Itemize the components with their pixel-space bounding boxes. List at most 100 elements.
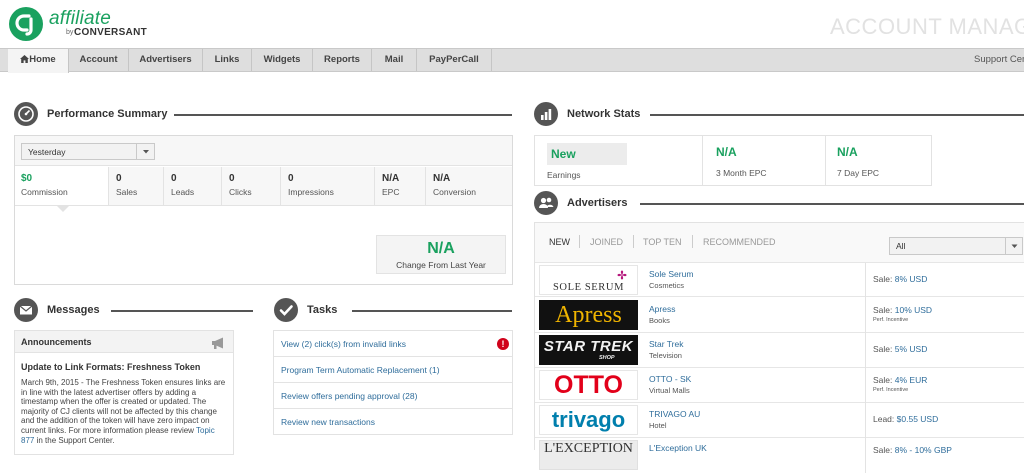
advertiser-name[interactable]: OTTO - SK: [649, 374, 691, 384]
nav-mail[interactable]: Mail: [372, 49, 417, 71]
section-divider: [174, 114, 512, 116]
row-divider: [865, 333, 866, 368]
nav-reports[interactable]: Reports: [313, 49, 372, 71]
advertiser-logo[interactable]: L'EXCEPTION: [539, 440, 638, 470]
network-earnings[interactable]: New Earnings: [535, 136, 703, 185]
nav-widgets[interactable]: Widgets: [252, 49, 313, 71]
row-divider: [865, 368, 866, 403]
advertiser-logo[interactable]: trivago: [539, 405, 638, 435]
advertiser-category: Books: [649, 316, 670, 325]
change-value: N/A: [427, 240, 455, 257]
tab-joined[interactable]: JOINED: [590, 237, 623, 247]
bar-chart-icon: [534, 102, 558, 126]
chevron-down-icon: [1005, 238, 1022, 254]
advertiser-logo[interactable]: SOLE SERUM: [539, 265, 638, 295]
stat-clicks-label: Clicks: [229, 187, 252, 197]
rate-value: 4% EUR: [894, 375, 928, 385]
tab-new[interactable]: NEW: [549, 237, 570, 247]
advertiser-logo[interactable]: Apress: [539, 300, 638, 330]
stat-commission[interactable]: $0 Commission: [15, 167, 109, 205]
nav-links[interactable]: Links: [203, 49, 252, 71]
advertiser-name[interactable]: TRIVAGO AU: [649, 409, 700, 419]
stat-leads-value: 0: [171, 173, 177, 184]
network-7-day-epc[interactable]: N/A 7 Day EPC: [827, 136, 931, 185]
advertiser-logo[interactable]: STAR TREK SHOP: [539, 335, 638, 365]
nav-account[interactable]: Account: [69, 49, 129, 71]
stat-impressions-value: 0: [288, 173, 294, 184]
nav-paypercall[interactable]: PayPerCall: [417, 49, 492, 71]
nav-advertisers[interactable]: Advertisers: [129, 49, 203, 71]
stat-epc[interactable]: N/A EPC: [376, 167, 426, 205]
tasks-title: Tasks: [307, 304, 338, 316]
brand-company: CONVERSANT: [74, 27, 148, 38]
checkmark-icon: [274, 298, 298, 322]
advertiser-name[interactable]: L'Exception UK: [649, 443, 707, 453]
advertiser-name[interactable]: Sole Serum: [649, 269, 693, 279]
advertiser-logo[interactable]: OTTO: [539, 370, 638, 400]
section-divider: [640, 203, 1024, 205]
period-select[interactable]: Yesterday: [21, 143, 155, 160]
advertiser-filter-select[interactable]: All: [889, 237, 1023, 255]
support-center-link[interactable]: Support Center: [974, 49, 1024, 71]
stat-impressions[interactable]: 0 Impressions: [282, 167, 375, 205]
section-divider: [111, 310, 253, 312]
advertiser-row[interactable]: SOLE SERUM Sole Serum Cosmetics Sale: 8%…: [535, 262, 1024, 298]
performance-summary-title: Performance Summary: [47, 108, 168, 120]
advertisers-title: Advertisers: [567, 197, 628, 209]
logo-text: OTTO: [554, 371, 623, 399]
stat-conversion[interactable]: N/A Conversion: [427, 167, 512, 205]
alert-icon: !: [497, 338, 509, 350]
nav-home[interactable]: Home: [8, 49, 69, 73]
advertiser-row[interactable]: Apress Apress Books Sale: 10% USD Perf. …: [535, 298, 1024, 333]
earnings-label: Earnings: [547, 170, 581, 180]
stat-commission-value: $0: [21, 173, 33, 184]
advertiser-row[interactable]: L'EXCEPTION L'Exception UK Sale: 8% - 10…: [535, 438, 1024, 473]
seven-day-epc-value: N/A: [837, 145, 858, 159]
nav-home-label: Home: [29, 54, 56, 65]
stat-epc-label: EPC: [382, 187, 400, 197]
tab-recommended[interactable]: RECOMMENDED: [703, 237, 776, 247]
rate-label: Sale:: [873, 375, 893, 385]
rate-value: 8% USD: [894, 274, 928, 284]
rate-label: Sale:: [873, 344, 893, 354]
tab-top-ten[interactable]: TOP TEN: [643, 237, 682, 247]
advertiser-row[interactable]: trivago TRIVAGO AU Hotel Lead: $0.55 USD: [535, 403, 1024, 438]
stat-sales-value: 0: [116, 173, 122, 184]
rate-label: Lead:: [873, 414, 895, 424]
rate-label: Sale:: [873, 305, 893, 315]
task-item[interactable]: View (2) click(s) from invalid links !: [274, 331, 513, 357]
task-item[interactable]: Review new transactions: [274, 409, 513, 435]
announcement-text: March 9th, 2015 - The Freshness Token en…: [21, 378, 226, 435]
task-item[interactable]: Review offers pending approval (28): [274, 383, 513, 409]
home-icon: [20, 50, 30, 72]
network-stats-title: Network Stats: [567, 108, 641, 120]
stat-clicks[interactable]: 0 Clicks: [223, 167, 281, 205]
page-title: ACCOUNT MANAGER: [830, 14, 1024, 39]
three-month-epc-label: 3 Month EPC: [716, 168, 767, 178]
perf-incentive-note: Perf. Incentive: [873, 387, 909, 393]
announcement-headline[interactable]: Update to Link Formats: Freshness Token: [21, 362, 229, 372]
three-month-epc-value: N/A: [716, 145, 737, 159]
rate-value: 8% - 10% GBP: [894, 445, 952, 455]
earnings-value: New: [547, 143, 627, 165]
tab-divider: [579, 235, 580, 248]
advertiser-name[interactable]: Star Trek: [649, 339, 683, 349]
logo-text: L'EXCEPTION: [544, 441, 633, 456]
performance-panel: Yesterday $0 Commission 0 Sales 0 Leads …: [14, 135, 513, 285]
advertiser-name[interactable]: Apress: [649, 304, 675, 314]
stat-clicks-value: 0: [229, 173, 235, 184]
task-item[interactable]: Program Term Automatic Replacement (1): [274, 357, 513, 383]
stat-impressions-label: Impressions: [288, 187, 334, 197]
announcement-body: March 9th, 2015 - The Freshness Token en…: [21, 378, 227, 445]
chevron-down-icon: [136, 144, 154, 159]
advertiser-row[interactable]: STAR TREK SHOP Star Trek Television Sale…: [535, 333, 1024, 368]
advertiser-row[interactable]: OTTO OTTO - SK Virtual Malls Sale: 4% EU…: [535, 368, 1024, 403]
users-icon: [534, 191, 558, 215]
announcements-header: Announcements: [15, 331, 233, 353]
stat-sales[interactable]: 0 Sales: [110, 167, 164, 205]
cj-logo-icon[interactable]: [9, 7, 43, 41]
advertiser-category: Cosmetics: [649, 281, 685, 290]
stat-leads[interactable]: 0 Leads: [165, 167, 222, 205]
network-3-month-epc[interactable]: N/A 3 Month EPC: [704, 136, 826, 185]
change-from-last-year: N/A Change From Last Year: [376, 235, 506, 274]
